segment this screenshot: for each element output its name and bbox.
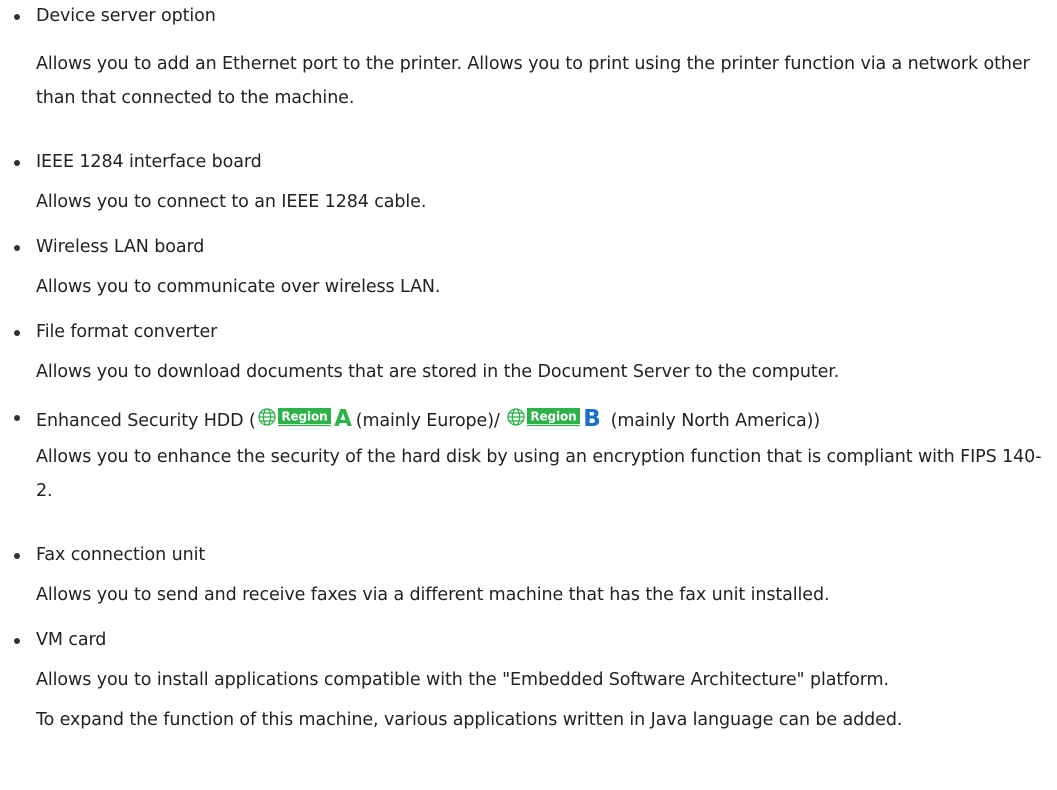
title-suffix: (mainly North America)) bbox=[605, 411, 821, 431]
bullet-icon bbox=[14, 330, 20, 336]
item-description-extra: To expand the function of this machine, … bbox=[36, 710, 903, 730]
item-title: Device server option bbox=[36, 6, 216, 26]
region-a-word: Region bbox=[281, 410, 327, 424]
globe-icon bbox=[507, 408, 525, 426]
item-description: Allows you to add an Ethernet port to th… bbox=[36, 54, 1030, 108]
region-a-letter: A bbox=[334, 406, 352, 429]
item-description: Allows you to connect to an IEEE 1284 ca… bbox=[36, 192, 427, 212]
item-title: Enhanced Security HDD ( Region A (mainly… bbox=[36, 405, 820, 433]
bullet-icon bbox=[14, 415, 20, 421]
region-b-word: Region bbox=[531, 410, 577, 424]
item-description: Allows you to download documents that ar… bbox=[36, 362, 840, 382]
item-title: IEEE 1284 interface board bbox=[36, 152, 262, 172]
bullet-icon bbox=[14, 245, 20, 251]
item-description: Allows you to enhance the security of th… bbox=[36, 447, 1042, 501]
item-description: Allows you to install applications compa… bbox=[36, 670, 889, 690]
title-prefix: Enhanced Security HDD ( bbox=[36, 411, 256, 431]
item-title: VM card bbox=[36, 630, 107, 650]
bullet-icon bbox=[14, 14, 20, 20]
region-a-mark: Region A bbox=[257, 405, 355, 429]
region-b-letter: B bbox=[584, 406, 601, 429]
item-title: File format converter bbox=[36, 322, 218, 342]
bullet-icon bbox=[14, 638, 20, 644]
item-title: Wireless LAN board bbox=[36, 237, 205, 257]
globe-icon bbox=[258, 408, 276, 426]
item-description: Allows you to send and receive faxes via… bbox=[36, 585, 830, 605]
region-b-mark: Region B bbox=[506, 405, 604, 429]
item-description: Allows you to communicate over wireless … bbox=[36, 277, 441, 297]
title-mid: (mainly Europe)/ bbox=[355, 411, 506, 431]
item-title: Fax connection unit bbox=[36, 545, 206, 565]
bullet-icon bbox=[14, 160, 20, 166]
bullet-icon bbox=[14, 553, 20, 559]
